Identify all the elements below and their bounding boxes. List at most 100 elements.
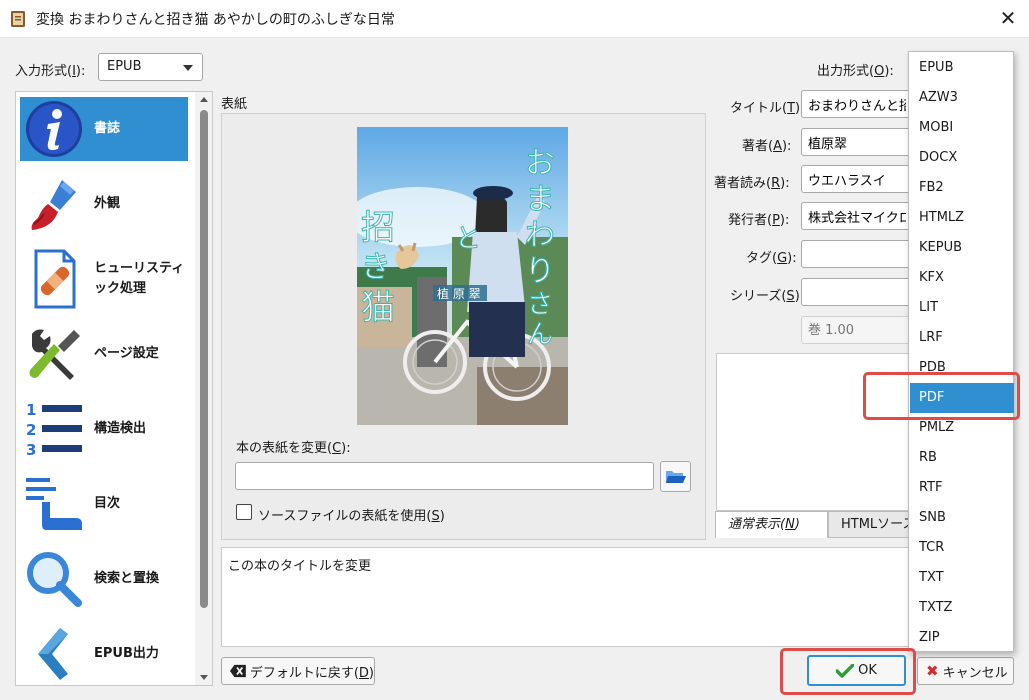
sidebar-item-page-setup[interactable]: ページ設定 (20, 322, 188, 386)
tab-html-label: HTMLソース (841, 517, 916, 532)
dropdown-option[interactable]: FB2 (910, 173, 1014, 203)
sidebar-item-heuristics[interactable]: ヒューリスティック処理 (20, 247, 188, 311)
folder-open-icon (666, 471, 686, 483)
sidebar: 書誌 外観 ヒューリスティック処理 ページ設定 1 2 3 構造検出 目次 検索… (15, 91, 213, 686)
sidebar-item-label: 目次 (94, 496, 121, 511)
scroll-down-icon[interactable] (200, 675, 208, 680)
sidebar-item-look-and-feel[interactable]: 外観 (20, 172, 188, 236)
use-source-cover-label: ソースファイルの表紙を使用(S) (258, 509, 445, 524)
sidebar-item-label: 書誌 (94, 121, 121, 136)
author-sort-input[interactable] (801, 165, 913, 193)
scroll-thumb[interactable] (200, 110, 208, 608)
paintbrush-icon (31, 180, 76, 230)
svg-text:お: お (525, 146, 555, 181)
sidebar-item-structure-detection[interactable]: 1 2 3 構造検出 (20, 397, 188, 461)
cover-path-input[interactable] (235, 462, 654, 490)
dropdown-option[interactable]: PMLZ (910, 413, 1014, 443)
app-icon (11, 11, 25, 27)
dropdown-option[interactable]: MOBI (910, 113, 1014, 143)
dropdown-option-selected[interactable]: PDF (910, 383, 1014, 413)
help-description-text: この本のタイトルを変更 (228, 559, 372, 574)
dropdown-option[interactable]: RB (910, 443, 1014, 473)
info-icon (26, 101, 82, 157)
dropdown-option[interactable]: HTMLZ (910, 203, 1014, 233)
dropdown-option[interactable]: TCR (910, 533, 1014, 563)
svg-text:3: 3 (26, 441, 36, 459)
checkmark-icon (836, 663, 855, 678)
sidebar-item-label: EPUB出力 (94, 646, 159, 661)
dropdown-option[interactable]: SNB (910, 503, 1014, 533)
sidebar-item-label: 構造検出 (94, 421, 147, 436)
dropdown-option[interactable]: RTF (910, 473, 1014, 503)
sidebar-item-epub-output[interactable]: EPUB出力 (20, 622, 188, 685)
restore-defaults-button[interactable]: デフォルトに戻す(D) (221, 657, 375, 685)
series-index-input[interactable] (801, 316, 913, 344)
tags-input[interactable] (801, 240, 913, 268)
publisher-input[interactable] (801, 202, 913, 230)
numbered-list-icon: 1 2 3 (26, 401, 82, 459)
close-x-icon: ✖ (926, 662, 939, 680)
help-description: この本のタイトルを変更 (221, 547, 921, 647)
use-source-cover-checkbox[interactable] (236, 504, 252, 520)
ok-button[interactable]: OK (807, 655, 906, 686)
series-input[interactable] (801, 278, 913, 306)
clear-left-icon (230, 664, 246, 678)
toc-pointer-icon (26, 478, 82, 530)
dropdown-option[interactable]: DOCX (910, 143, 1014, 173)
wrench-screwdriver-icon (29, 329, 80, 380)
scroll-up-icon[interactable] (200, 97, 208, 102)
chevron-down-icon (183, 65, 193, 71)
svg-text:1: 1 (26, 401, 36, 419)
svg-text:き: き (361, 250, 391, 285)
cancel-label: キャンセル (942, 665, 1008, 681)
dropdown-option[interactable]: EPUB (910, 53, 1014, 83)
tags-field-label: タグ(G): (746, 251, 797, 266)
tab-normal-label: 通常表示(N) (728, 517, 800, 532)
input-format-label: 入力形式(I): (15, 64, 86, 79)
dropdown-option[interactable]: KEPUB (910, 233, 1014, 263)
dropdown-option[interactable]: TXTZ (910, 593, 1014, 623)
svg-text:2: 2 (26, 421, 36, 439)
publisher-field-label: 発行者(P): (728, 213, 790, 228)
input-format-value: EPUB (107, 59, 142, 74)
close-icon[interactable]: ✕ (996, 6, 1020, 30)
input-format-select[interactable]: EPUB (98, 53, 203, 81)
sidebar-item-label: 外観 (94, 196, 121, 211)
series-field-label: シリーズ(S): (730, 289, 805, 304)
sidebar-scrollbar[interactable] (195, 92, 212, 685)
dropdown-option[interactable]: LIT (910, 293, 1014, 323)
title-input[interactable] (801, 90, 913, 118)
dropdown-option[interactable]: AZW3 (910, 83, 1014, 113)
sidebar-item-label: ページ設定 (94, 346, 159, 361)
tab-normal-view[interactable]: 通常表示(N) (715, 511, 828, 538)
dropdown-option[interactable]: TXT (910, 563, 1014, 593)
svg-text:さ: さ (527, 290, 553, 320)
dropdown-option[interactable]: PDB (910, 353, 1014, 383)
author-input[interactable] (801, 128, 913, 156)
cover-image[interactable]: お ま わ り さ ん と 招 き 猫 植 原 翠 (357, 127, 568, 425)
sidebar-item-search-replace[interactable]: 検索と置換 (20, 547, 188, 611)
cancel-button[interactable]: ✖ キャンセル (917, 657, 1014, 685)
browse-cover-button[interactable] (660, 461, 691, 492)
tab-html-source[interactable]: HTMLソース (828, 511, 918, 538)
svg-text:わ: わ (525, 218, 555, 253)
output-format-label: 出力形式(O): (817, 64, 894, 79)
magnifier-icon (27, 552, 82, 607)
dropdown-option[interactable]: ZIP (910, 623, 1014, 653)
cover-group-label: 表紙 (221, 97, 248, 112)
svg-text:と: と (455, 224, 481, 254)
cover-illustration: お ま わ り さ ん と 招 き 猫 植 原 翠 (357, 127, 568, 425)
svg-text:ま: ま (525, 182, 555, 217)
svg-text:植 原 翠: 植 原 翠 (437, 286, 481, 301)
svg-text:招: 招 (361, 208, 395, 248)
dropdown-option[interactable]: LRF (910, 323, 1014, 353)
comments-editor[interactable] (716, 353, 916, 511)
sidebar-item-label: 検索と置換 (94, 571, 160, 586)
sidebar-item-metadata[interactable]: 書誌 (20, 97, 188, 161)
sidebar-item-toc[interactable]: 目次 (20, 472, 188, 536)
dropdown-option[interactable]: KFX (910, 263, 1014, 293)
svg-text:ん: ん (527, 320, 553, 350)
output-format-dropdown[interactable]: EPUB AZW3 MOBI DOCX FB2 HTMLZ KEPUB KFX … (908, 51, 1014, 652)
svg-text:猫: 猫 (361, 288, 395, 328)
change-cover-label: 本の表紙を変更(C): (236, 441, 351, 456)
